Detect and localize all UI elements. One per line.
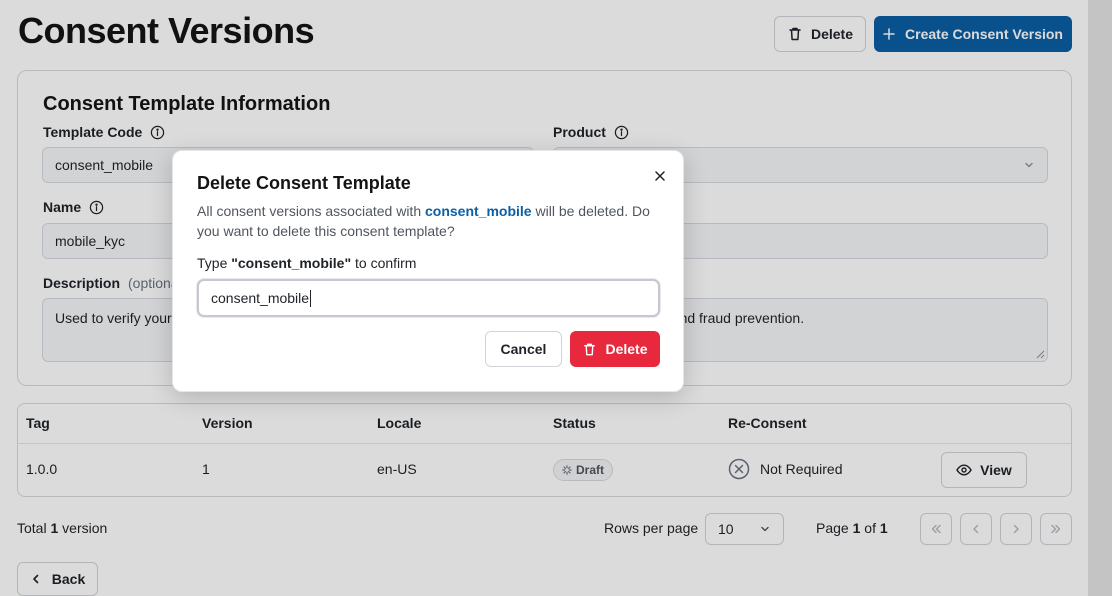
confirm-input-value: consent_mobile <box>211 290 310 306</box>
confirm-prefix: Type <box>197 255 232 271</box>
confirm-instruction: Type "consent_mobile" to confirm <box>197 255 416 271</box>
confirm-delete-label: Delete <box>605 341 648 357</box>
cancel-button[interactable]: Cancel <box>485 331 562 367</box>
scrollbar-shadow <box>1088 0 1112 596</box>
dialog-desc-prefix: All consent versions associated with <box>197 203 422 219</box>
confirm-delete-button[interactable]: Delete <box>570 331 660 367</box>
dialog-description: All consent versions associated with con… <box>197 201 665 241</box>
text-caret <box>310 289 312 307</box>
dialog-desc-template-code: consent_mobile <box>425 203 532 219</box>
confirm-suffix: to confirm <box>351 255 417 271</box>
cancel-label: Cancel <box>500 341 547 357</box>
trash-icon <box>584 343 596 355</box>
close-icon <box>655 171 665 181</box>
dialog-title: Delete Consent Template <box>197 173 411 193</box>
delete-consent-template-dialog: Delete Consent Template All consent vers… <box>172 150 684 392</box>
confirm-input[interactable]: consent_mobile <box>197 279 660 317</box>
close-button[interactable] <box>651 167 669 185</box>
confirm-keyword: "consent_mobile" <box>231 255 352 271</box>
